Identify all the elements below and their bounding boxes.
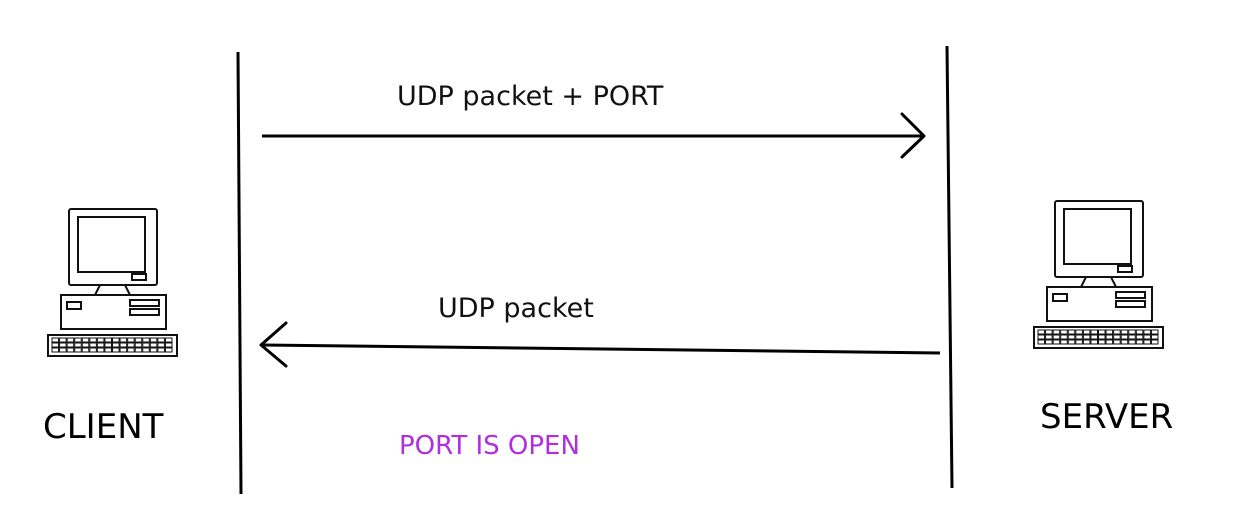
client-computer-icon [47, 208, 178, 357]
client-label: CLIENT [43, 407, 164, 447]
response-message-label: UDP packet [438, 293, 594, 324]
server-label: SERVER [1040, 397, 1173, 437]
message-arrow-request [262, 112, 926, 159]
keyboard-keys [51, 337, 173, 353]
keyboard-keys [1037, 329, 1159, 345]
server-lifeline [945, 45, 954, 489]
client-lifeline [236, 51, 243, 495]
response-arrow-shaft [262, 343, 941, 355]
server-computer-icon [1033, 200, 1164, 349]
request-message-label: UDP packet + PORT [397, 81, 664, 112]
udp-port-scan-diagram: UDP packet + PORT UDP packet PORT IS OPE… [43, 45, 1173, 495]
message-arrow-response [259, 321, 941, 368]
port-open-status: PORT IS OPEN [399, 431, 580, 461]
